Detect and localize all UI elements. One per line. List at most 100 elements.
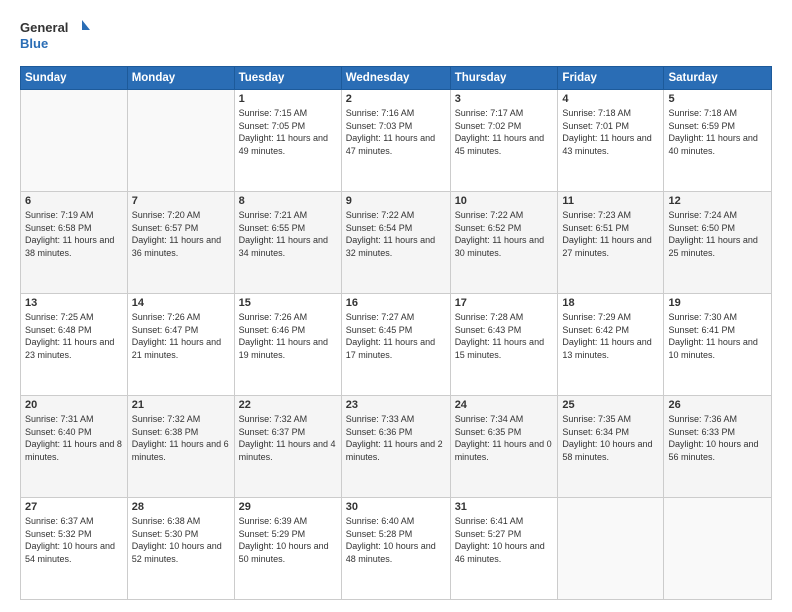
- day-cell: 17 Sunrise: 7:28 AM Sunset: 6:43 PM Dayli…: [450, 294, 558, 396]
- col-header-saturday: Saturday: [664, 67, 772, 90]
- day-cell: 10 Sunrise: 7:22 AM Sunset: 6:52 PM Dayli…: [450, 192, 558, 294]
- day-info: Sunrise: 7:19 AM Sunset: 6:58 PM Dayligh…: [25, 209, 123, 259]
- day-info: Sunrise: 7:24 AM Sunset: 6:50 PM Dayligh…: [668, 209, 767, 259]
- col-header-sunday: Sunday: [21, 67, 128, 90]
- day-info: Sunrise: 7:32 AM Sunset: 6:38 PM Dayligh…: [132, 413, 230, 463]
- day-number: 17: [455, 297, 554, 309]
- day-number: 6: [25, 195, 123, 207]
- day-number: 18: [562, 297, 659, 309]
- week-row-1: 1Sunrise: 7:15 AM Sunset: 7:05 PM Daylig…: [21, 90, 772, 192]
- day-cell: 14 Sunrise: 7:26 AM Sunset: 6:47 PM Dayli…: [127, 294, 234, 396]
- day-cell: 6 Sunrise: 7:19 AM Sunset: 6:58 PM Daylig…: [21, 192, 128, 294]
- day-cell: 4 Sunrise: 7:18 AM Sunset: 7:01 PM Daylig…: [558, 90, 664, 192]
- day-number: 20: [25, 399, 123, 411]
- calendar-header-row: SundayMondayTuesdayWednesdayThursdayFrid…: [21, 67, 772, 90]
- day-info: Sunrise: 7:33 AM Sunset: 6:36 PM Dayligh…: [346, 413, 446, 463]
- day-info: Sunrise: 7:29 AM Sunset: 6:42 PM Dayligh…: [562, 311, 659, 361]
- day-number: 12: [668, 195, 767, 207]
- day-info: Sunrise: 7:16 AM Sunset: 7:03 PM Dayligh…: [346, 107, 446, 157]
- generalblue-logo-icon: General Blue: [20, 16, 90, 56]
- day-cell: 2 Sunrise: 7:16 AM Sunset: 7:03 PM Daylig…: [341, 90, 450, 192]
- day-cell: 22 Sunrise: 7:32 AM Sunset: 6:37 PM Dayli…: [234, 396, 341, 498]
- day-cell: 21Sunrise: 7:32 AM Sunset: 6:38 PM Dayli…: [127, 396, 234, 498]
- day-info: Sunrise: 7:21 AM Sunset: 6:55 PM Dayligh…: [239, 209, 337, 259]
- day-number: 13: [25, 297, 123, 309]
- day-cell: [664, 498, 772, 600]
- day-cell: 26 Sunrise: 7:36 AM Sunset: 6:33 PM Dayli…: [664, 396, 772, 498]
- day-cell: 1Sunrise: 7:15 AM Sunset: 7:05 PM Daylig…: [234, 90, 341, 192]
- day-number: 22: [239, 399, 337, 411]
- day-number: 11: [562, 195, 659, 207]
- day-cell: 16 Sunrise: 7:27 AM Sunset: 6:45 PM Dayli…: [341, 294, 450, 396]
- day-info: Sunrise: 6:40 AM Sunset: 5:28 PM Dayligh…: [346, 515, 446, 565]
- week-row-5: 27 Sunrise: 6:37 AM Sunset: 5:32 PM Dayli…: [21, 498, 772, 600]
- day-cell: 9Sunrise: 7:22 AM Sunset: 6:54 PM Daylig…: [341, 192, 450, 294]
- day-info: Sunrise: 7:22 AM Sunset: 6:52 PM Dayligh…: [455, 209, 554, 259]
- day-number: 3: [455, 93, 554, 105]
- day-info: Sunrise: 7:35 AM Sunset: 6:34 PM Dayligh…: [562, 413, 659, 463]
- day-cell: 8 Sunrise: 7:21 AM Sunset: 6:55 PM Daylig…: [234, 192, 341, 294]
- day-cell: 31 Sunrise: 6:41 AM Sunset: 5:27 PM Dayli…: [450, 498, 558, 600]
- day-info: Sunrise: 7:26 AM Sunset: 6:47 PM Dayligh…: [132, 311, 230, 361]
- day-number: 28: [132, 501, 230, 513]
- day-cell: [127, 90, 234, 192]
- day-number: 30: [346, 501, 446, 513]
- day-number: 4: [562, 93, 659, 105]
- day-info: Sunrise: 7:34 AM Sunset: 6:35 PM Dayligh…: [455, 413, 554, 463]
- day-cell: 12 Sunrise: 7:24 AM Sunset: 6:50 PM Dayli…: [664, 192, 772, 294]
- day-cell: 20 Sunrise: 7:31 AM Sunset: 6:40 PM Dayli…: [21, 396, 128, 498]
- day-info: Sunrise: 7:26 AM Sunset: 6:46 PM Dayligh…: [239, 311, 337, 361]
- day-cell: 23Sunrise: 7:33 AM Sunset: 6:36 PM Dayli…: [341, 396, 450, 498]
- day-cell: 30 Sunrise: 6:40 AM Sunset: 5:28 PM Dayli…: [341, 498, 450, 600]
- day-cell: [558, 498, 664, 600]
- day-number: 15: [239, 297, 337, 309]
- day-number: 5: [668, 93, 767, 105]
- day-number: 2: [346, 93, 446, 105]
- day-number: 25: [562, 399, 659, 411]
- day-info: Sunrise: 7:31 AM Sunset: 6:40 PM Dayligh…: [25, 413, 123, 463]
- day-cell: [21, 90, 128, 192]
- day-info: Sunrise: 6:37 AM Sunset: 5:32 PM Dayligh…: [25, 515, 123, 565]
- day-cell: 15 Sunrise: 7:26 AM Sunset: 6:46 PM Dayli…: [234, 294, 341, 396]
- day-info: Sunrise: 7:36 AM Sunset: 6:33 PM Dayligh…: [668, 413, 767, 463]
- col-header-wednesday: Wednesday: [341, 67, 450, 90]
- day-number: 1: [239, 93, 337, 105]
- day-number: 14: [132, 297, 230, 309]
- day-number: 19: [668, 297, 767, 309]
- day-number: 16: [346, 297, 446, 309]
- svg-text:General: General: [20, 20, 68, 35]
- svg-text:Blue: Blue: [20, 36, 48, 51]
- day-cell: 27 Sunrise: 6:37 AM Sunset: 5:32 PM Dayli…: [21, 498, 128, 600]
- day-cell: 19Sunrise: 7:30 AM Sunset: 6:41 PM Dayli…: [664, 294, 772, 396]
- day-cell: 28Sunrise: 6:38 AM Sunset: 5:30 PM Dayli…: [127, 498, 234, 600]
- day-info: Sunrise: 7:28 AM Sunset: 6:43 PM Dayligh…: [455, 311, 554, 361]
- day-cell: 11Sunrise: 7:23 AM Sunset: 6:51 PM Dayli…: [558, 192, 664, 294]
- day-cell: 29 Sunrise: 6:39 AM Sunset: 5:29 PM Dayli…: [234, 498, 341, 600]
- week-row-4: 20 Sunrise: 7:31 AM Sunset: 6:40 PM Dayli…: [21, 396, 772, 498]
- day-number: 10: [455, 195, 554, 207]
- day-cell: 7Sunrise: 7:20 AM Sunset: 6:57 PM Daylig…: [127, 192, 234, 294]
- day-info: Sunrise: 7:32 AM Sunset: 6:37 PM Dayligh…: [239, 413, 337, 463]
- week-row-2: 6 Sunrise: 7:19 AM Sunset: 6:58 PM Daylig…: [21, 192, 772, 294]
- logo: General Blue: [20, 16, 90, 56]
- day-info: Sunrise: 6:39 AM Sunset: 5:29 PM Dayligh…: [239, 515, 337, 565]
- day-info: Sunrise: 6:41 AM Sunset: 5:27 PM Dayligh…: [455, 515, 554, 565]
- day-info: Sunrise: 7:25 AM Sunset: 6:48 PM Dayligh…: [25, 311, 123, 361]
- day-number: 31: [455, 501, 554, 513]
- col-header-friday: Friday: [558, 67, 664, 90]
- day-info: Sunrise: 7:27 AM Sunset: 6:45 PM Dayligh…: [346, 311, 446, 361]
- day-info: Sunrise: 7:20 AM Sunset: 6:57 PM Dayligh…: [132, 209, 230, 259]
- week-row-3: 13 Sunrise: 7:25 AM Sunset: 6:48 PM Dayli…: [21, 294, 772, 396]
- header: General Blue: [20, 16, 772, 56]
- calendar-table: SundayMondayTuesdayWednesdayThursdayFrid…: [20, 66, 772, 600]
- day-number: 24: [455, 399, 554, 411]
- day-number: 27: [25, 501, 123, 513]
- day-cell: 18 Sunrise: 7:29 AM Sunset: 6:42 PM Dayli…: [558, 294, 664, 396]
- day-number: 29: [239, 501, 337, 513]
- day-cell: 25 Sunrise: 7:35 AM Sunset: 6:34 PM Dayli…: [558, 396, 664, 498]
- day-info: Sunrise: 7:18 AM Sunset: 6:59 PM Dayligh…: [668, 107, 767, 157]
- day-number: 9: [346, 195, 446, 207]
- day-info: Sunrise: 7:18 AM Sunset: 7:01 PM Dayligh…: [562, 107, 659, 157]
- day-number: 26: [668, 399, 767, 411]
- day-number: 8: [239, 195, 337, 207]
